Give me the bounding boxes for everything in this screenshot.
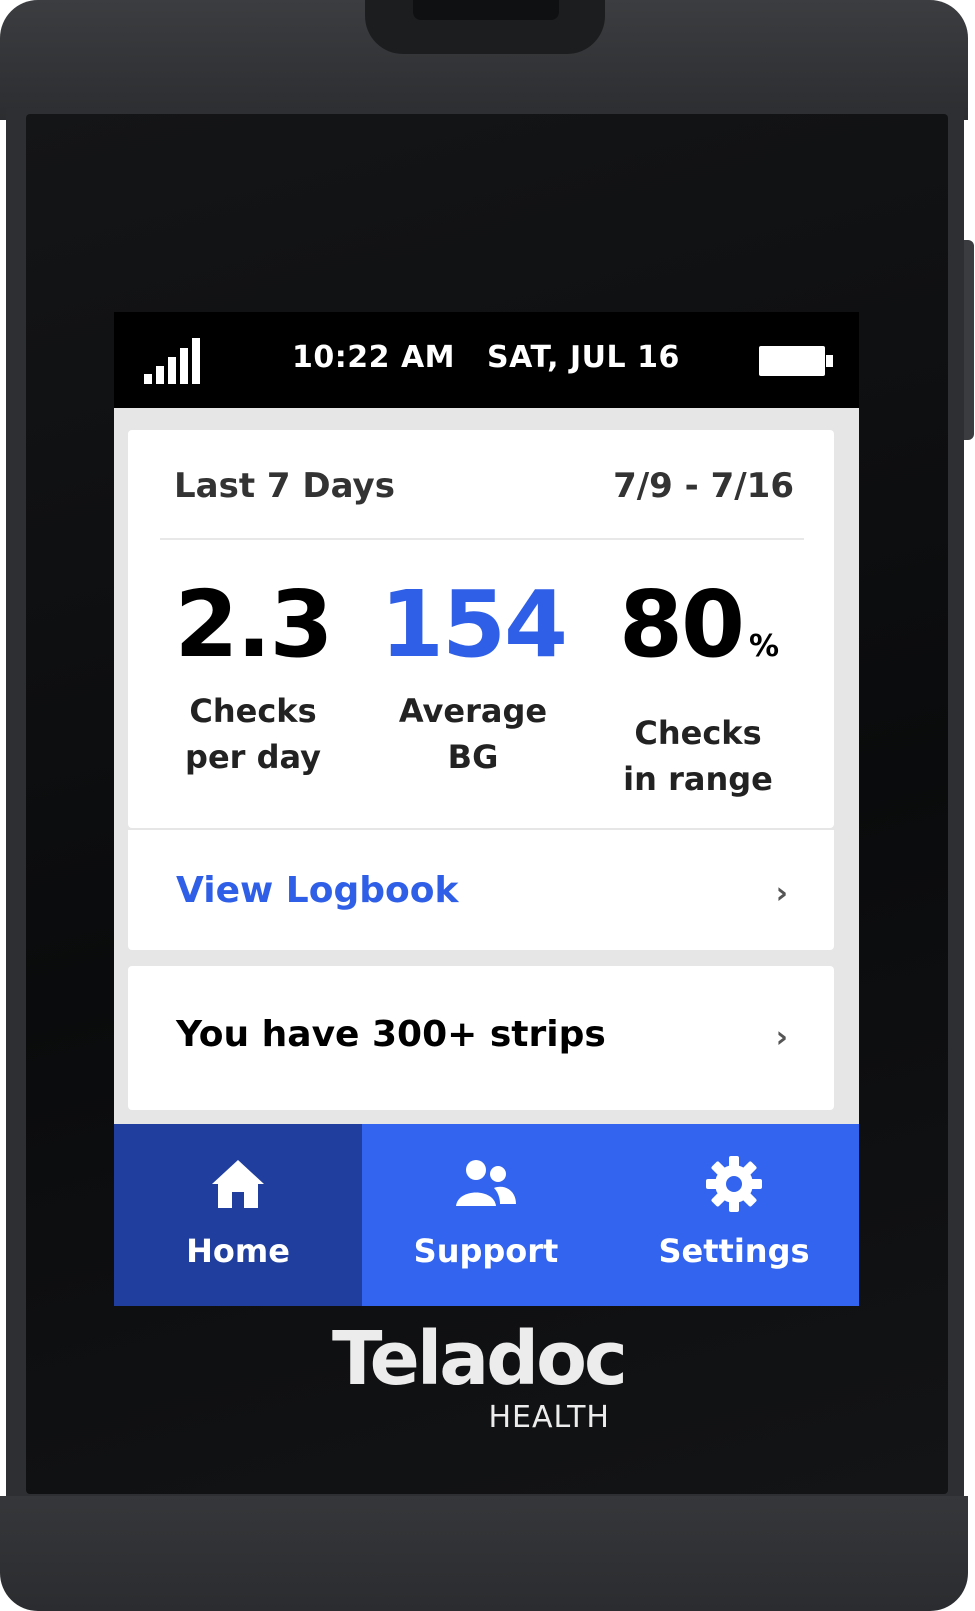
view-logbook-label: View Logbook — [176, 870, 459, 911]
stat-value: 80% — [583, 570, 813, 702]
stat-checks-per-day: 2.3 Checks per day — [138, 570, 368, 780]
gear-icon — [706, 1156, 762, 1212]
screen: 10:22 AM SAT, JUL 16 Last 7 Days 7/9 - 7… — [114, 312, 859, 1306]
stat-label: Checks in range — [583, 710, 813, 802]
strips-info-button[interactable]: You have 300+ strips › — [128, 966, 834, 1110]
nav-label: Settings — [658, 1232, 810, 1270]
divider — [160, 538, 804, 540]
brand-logo: Teladoc HEALTH — [330, 1316, 630, 1435]
stat-number: 80 — [618, 571, 745, 678]
status-date: SAT, JUL 16 — [487, 340, 680, 375]
stat-value: 2.3 — [138, 570, 368, 680]
summary-card: Last 7 Days 7/9 - 7/16 2.3 Checks per da… — [128, 430, 834, 828]
summary-date-range: 7/9 - 7/16 — [613, 466, 794, 506]
status-bar: 10:22 AM SAT, JUL 16 — [114, 312, 859, 408]
chevron-right-icon: › — [775, 1020, 788, 1055]
people-icon — [456, 1160, 516, 1206]
nav-settings[interactable]: Settings — [610, 1124, 858, 1306]
stat-number: 2.3 — [174, 571, 334, 678]
nav-support[interactable]: Support — [362, 1124, 610, 1306]
summary-title: Last 7 Days — [174, 466, 395, 506]
view-logbook-button[interactable]: View Logbook › — [128, 830, 834, 950]
glucose-meter-device: 10:22 AM SAT, JUL 16 Last 7 Days 7/9 - 7… — [0, 0, 975, 1611]
stat-label: Average BG — [358, 688, 588, 780]
stat-value: 154 — [358, 570, 588, 680]
nav-label: Home — [186, 1232, 290, 1270]
nav-label: Support — [413, 1232, 559, 1270]
stat-unit: % — [748, 629, 779, 664]
status-time: 10:22 AM — [292, 340, 456, 375]
signal-bars-icon — [144, 338, 200, 384]
stat-label-line: per day — [185, 738, 321, 776]
stat-label-line: Checks — [189, 692, 317, 730]
stat-checks-in-range: 80% Checks in range — [583, 570, 813, 802]
chevron-right-icon: › — [775, 876, 788, 911]
home-icon — [212, 1160, 264, 1208]
device-bottom-bezel — [0, 1496, 968, 1611]
strips-label: You have 300+ strips — [176, 1014, 606, 1055]
stat-number: 154 — [379, 571, 568, 678]
stat-label-line: in range — [623, 760, 773, 798]
brand-subtitle: HEALTH — [488, 1400, 610, 1435]
side-button[interactable] — [964, 240, 974, 440]
strip-port — [413, 0, 559, 20]
stat-label: Checks per day — [138, 688, 368, 780]
nav-home[interactable]: Home — [114, 1124, 362, 1306]
stat-label-line: Average — [398, 692, 548, 730]
brand-name: Teladoc — [332, 1316, 628, 1402]
stat-label-line: Checks — [634, 714, 762, 752]
stat-label-line: BG — [447, 738, 499, 776]
stat-average-bg: 154 Average BG — [358, 570, 588, 780]
bottom-nav: Home Support Settings — [114, 1124, 859, 1306]
battery-full-icon — [759, 346, 833, 376]
